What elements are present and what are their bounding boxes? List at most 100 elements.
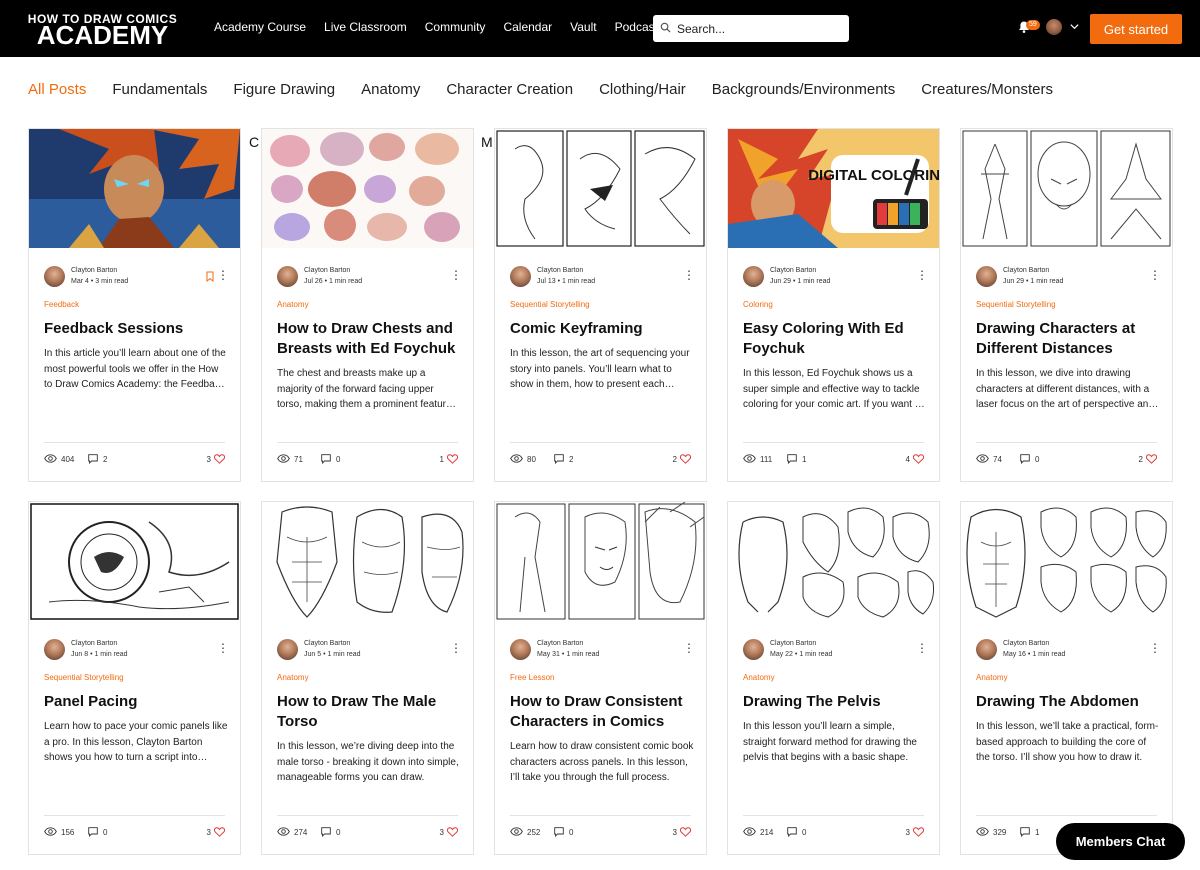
like-heart-icon[interactable]: [214, 827, 225, 837]
post-title[interactable]: Drawing The Pelvis: [743, 692, 927, 712]
author-name[interactable]: Clayton Barton: [71, 640, 117, 647]
post-category[interactable]: Coloring: [743, 300, 773, 309]
like-heart-icon[interactable]: [447, 827, 458, 837]
author-avatar[interactable]: [976, 639, 997, 660]
author-avatar[interactable]: [510, 639, 531, 660]
academy-logo[interactable]: HOW TO DRAW COMICS ACADEMY: [20, 12, 185, 48]
tab-all-posts[interactable]: All Posts: [28, 81, 86, 98]
more-options-icon[interactable]: ⋮: [217, 642, 229, 655]
post-title[interactable]: Easy Coloring With Ed Foychuk: [743, 319, 927, 359]
nav-vault[interactable]: Vault: [570, 20, 596, 34]
post-card[interactable]: Clayton Barton Jul 13 • 1 min read ⋮ Seq…: [494, 128, 707, 482]
post-category[interactable]: Sequential Storytelling: [976, 300, 1056, 309]
author-avatar[interactable]: [44, 639, 65, 660]
search-input[interactable]: [677, 19, 842, 38]
post-card[interactable]: Clayton Barton May 22 • 1 min read ⋮ Ana…: [727, 501, 940, 855]
post-category[interactable]: Anatomy: [743, 673, 775, 682]
nav-podcast[interactable]: Podcast: [615, 20, 658, 34]
like-heart-icon[interactable]: [680, 827, 691, 837]
nav-live-classroom[interactable]: Live Classroom: [324, 20, 407, 34]
post-title[interactable]: How to Draw Consistent Characters in Com…: [510, 692, 694, 732]
user-avatar[interactable]: [1046, 19, 1062, 35]
author-avatar[interactable]: [44, 266, 65, 287]
author-name[interactable]: Clayton Barton: [770, 267, 816, 274]
author-name[interactable]: Clayton Barton: [304, 640, 350, 647]
author-avatar[interactable]: [510, 266, 531, 287]
post-title[interactable]: Drawing Characters at Different Distance…: [976, 319, 1160, 359]
more-options-icon[interactable]: ⋮: [450, 642, 462, 655]
author-avatar[interactable]: [743, 266, 764, 287]
post-title[interactable]: How to Draw The Male Torso: [277, 692, 461, 732]
more-options-icon[interactable]: ⋮: [217, 269, 229, 282]
author-name[interactable]: Clayton Barton: [537, 640, 583, 647]
nav-community[interactable]: Community: [425, 20, 486, 34]
post-title[interactable]: Feedback Sessions: [44, 319, 228, 339]
post-category[interactable]: Anatomy: [277, 673, 309, 682]
more-options-icon[interactable]: ⋮: [916, 269, 928, 282]
post-card[interactable]: Clayton Barton Jun 29 • 1 min read ⋮ Seq…: [960, 128, 1173, 482]
like-heart-icon[interactable]: [447, 454, 458, 464]
post-card[interactable]: Clayton Barton Jun 5 • 1 min read ⋮ Anat…: [261, 501, 474, 855]
author-name[interactable]: Clayton Barton: [1003, 640, 1049, 647]
post-title[interactable]: How to Draw Chests and Breasts with Ed F…: [277, 319, 461, 359]
post-card[interactable]: Clayton Barton Jul 26 • 1 min read ⋮ Ana…: [261, 128, 474, 482]
like-heart-icon[interactable]: [680, 454, 691, 464]
more-options-icon[interactable]: ⋮: [683, 269, 695, 282]
post-category[interactable]: Feedback: [44, 300, 79, 309]
post-category[interactable]: Anatomy: [976, 673, 1008, 682]
more-options-icon[interactable]: ⋮: [1149, 269, 1161, 282]
post-card[interactable]: Clayton Barton Mar 4 • 3 min read ⋮ Feed…: [28, 128, 241, 482]
author-avatar[interactable]: [277, 639, 298, 660]
author-avatar[interactable]: [976, 266, 997, 287]
nav-academy-course[interactable]: Academy Course: [214, 20, 306, 34]
more-options-icon[interactable]: ⋮: [1149, 642, 1161, 655]
post-card[interactable]: Clayton Barton May 16 • 1 min read ⋮ Ana…: [960, 501, 1173, 855]
chevron-down-icon[interactable]: [1069, 21, 1080, 32]
like-heart-icon[interactable]: [913, 827, 924, 837]
post-card[interactable]: Clayton Barton May 31 • 1 min read ⋮ Fre…: [494, 501, 707, 855]
tab-character-creation[interactable]: Character Creation: [446, 81, 573, 98]
post-title[interactable]: Panel Pacing: [44, 692, 228, 712]
author-name[interactable]: Clayton Barton: [71, 267, 117, 274]
post-category[interactable]: Anatomy: [277, 300, 309, 309]
post-thumbnail[interactable]: [29, 129, 240, 248]
post-category[interactable]: Sequential Storytelling: [44, 673, 124, 682]
post-title[interactable]: Drawing The Abdomen: [976, 692, 1160, 712]
post-thumbnail[interactable]: [961, 502, 1172, 621]
post-card[interactable]: DIGITAL COLORING Clayton Barton Jun 29 •…: [727, 128, 940, 482]
tab-fundamentals[interactable]: Fundamentals: [112, 81, 207, 98]
get-started-button[interactable]: Get started: [1090, 14, 1182, 44]
nav-calendar[interactable]: Calendar: [503, 20, 552, 34]
more-options-icon[interactable]: ⋮: [916, 642, 928, 655]
post-thumbnail[interactable]: [495, 502, 706, 621]
post-thumbnail[interactable]: [495, 129, 706, 248]
tab-clothing-hair[interactable]: Clothing/Hair: [599, 81, 686, 98]
post-thumbnail[interactable]: [961, 129, 1172, 248]
author-avatar[interactable]: [743, 639, 764, 660]
like-heart-icon[interactable]: [1146, 454, 1157, 464]
author-name[interactable]: Clayton Barton: [1003, 267, 1049, 274]
tab-figure-drawing[interactable]: Figure Drawing: [233, 81, 335, 98]
author-name[interactable]: Clayton Barton: [770, 640, 816, 647]
tab-anatomy[interactable]: Anatomy: [361, 81, 420, 98]
more-options-icon[interactable]: ⋮: [450, 269, 462, 282]
like-heart-icon[interactable]: [913, 454, 924, 464]
post-thumbnail[interactable]: [262, 502, 473, 621]
post-card[interactable]: Clayton Barton Jun 8 • 1 min read ⋮ Sequ…: [28, 501, 241, 855]
post-thumbnail[interactable]: [262, 129, 473, 248]
members-chat-button[interactable]: Members Chat: [1056, 823, 1185, 860]
like-heart-icon[interactable]: [214, 454, 225, 464]
more-options-icon[interactable]: ⋮: [683, 642, 695, 655]
post-category[interactable]: Sequential Storytelling: [510, 300, 590, 309]
author-avatar[interactable]: [277, 266, 298, 287]
post-thumbnail[interactable]: [728, 502, 939, 621]
bookmark-icon[interactable]: [206, 271, 214, 282]
author-name[interactable]: Clayton Barton: [537, 267, 583, 274]
post-category[interactable]: Free Lesson: [510, 673, 554, 682]
post-thumbnail[interactable]: DIGITAL COLORING: [728, 129, 939, 248]
author-name[interactable]: Clayton Barton: [304, 267, 350, 274]
post-thumbnail[interactable]: [29, 502, 240, 621]
post-title[interactable]: Comic Keyframing: [510, 319, 694, 339]
tab-creatures-monsters[interactable]: Creatures/Monsters: [921, 81, 1053, 98]
tab-backgrounds-environments[interactable]: Backgrounds/Environments: [712, 81, 895, 98]
